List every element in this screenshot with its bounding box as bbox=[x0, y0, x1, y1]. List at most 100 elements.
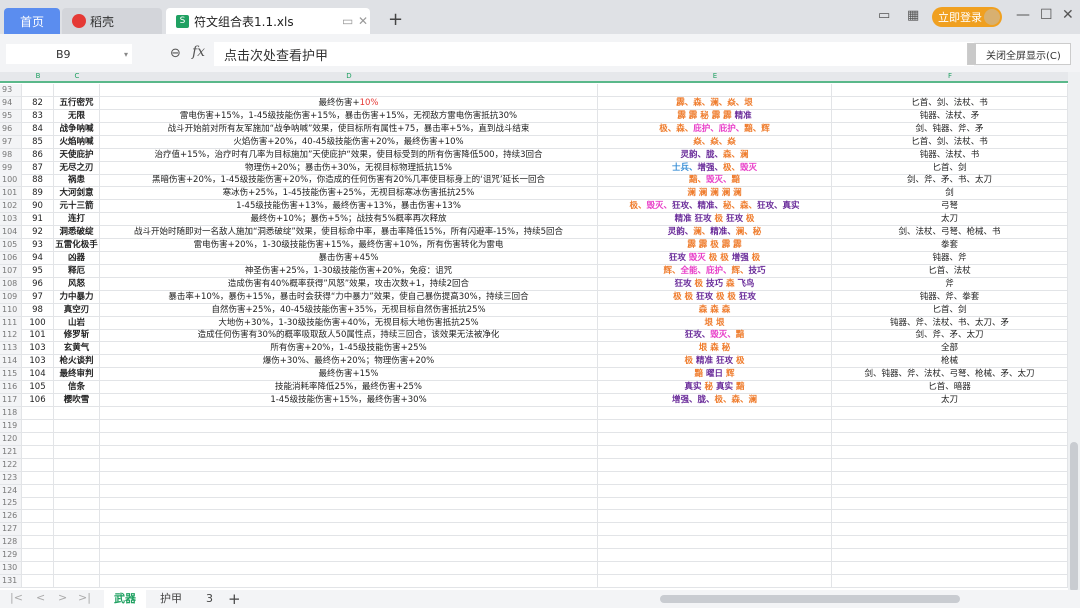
cell-description[interactable]: 1-45级技能伤害+15%，最终伤害+30% bbox=[100, 394, 598, 407]
cell-name[interactable]: 洞悉破绽 bbox=[54, 226, 100, 239]
row-number[interactable]: 94 bbox=[0, 96, 22, 109]
cell-name[interactable] bbox=[54, 471, 100, 484]
row-number[interactable]: 121 bbox=[0, 445, 22, 458]
cell-name[interactable] bbox=[54, 574, 100, 587]
pin-icon[interactable]: ▭ bbox=[342, 14, 353, 28]
cell-id[interactable]: 85 bbox=[22, 135, 54, 148]
cell-weapons[interactable] bbox=[832, 445, 1068, 458]
cell-runes[interactable]: 极、森、庇护、庇护、黯、辉 bbox=[598, 122, 832, 135]
cell-weapons[interactable]: 钝器、法杖、矛 bbox=[832, 109, 1068, 122]
row-number[interactable]: 122 bbox=[0, 458, 22, 471]
cell-weapons[interactable]: 匕首、法杖 bbox=[832, 264, 1068, 277]
row-number[interactable]: 112 bbox=[0, 329, 22, 342]
cell-runes[interactable] bbox=[598, 484, 832, 497]
cell-name[interactable]: 山岩 bbox=[54, 316, 100, 329]
col-header-d[interactable]: D bbox=[100, 72, 598, 81]
row-number[interactable]: 126 bbox=[0, 510, 22, 523]
sheet-tab-armor[interactable]: 护甲 bbox=[160, 590, 182, 608]
cell-name[interactable]: 无限 bbox=[54, 109, 100, 122]
add-sheet-button[interactable]: + bbox=[228, 590, 241, 608]
cell-id[interactable] bbox=[22, 549, 54, 562]
cell-runes[interactable]: 垠 垠 bbox=[598, 316, 832, 329]
cell-weapons[interactable]: 剑、法杖、弓弩、枪械、书 bbox=[832, 226, 1068, 239]
cell-id[interactable] bbox=[22, 471, 54, 484]
cell-id[interactable]: 83 bbox=[22, 109, 54, 122]
cell-description[interactable]: 火焰伤害+20%，40-45级技能伤害+20%，最终伤害+10% bbox=[100, 135, 598, 148]
row-number[interactable]: 123 bbox=[0, 471, 22, 484]
cell-name[interactable] bbox=[54, 484, 100, 497]
cell-name[interactable]: 五雷化极手 bbox=[54, 239, 100, 252]
cell-runes[interactable]: 森 森 森 bbox=[598, 303, 832, 316]
cell-runes[interactable] bbox=[598, 445, 832, 458]
row-number[interactable]: 109 bbox=[0, 290, 22, 303]
cell-description[interactable]: 雷电伤害+20%，1-30级技能伤害+15%，最终伤害+10%，所有伤害转化为雷… bbox=[100, 239, 598, 252]
col-header-e[interactable]: E bbox=[598, 72, 832, 81]
cell-id[interactable] bbox=[22, 484, 54, 497]
cell-weapons[interactable] bbox=[832, 432, 1068, 445]
minimize-icon[interactable]: — bbox=[1016, 7, 1030, 23]
cell-runes[interactable] bbox=[598, 536, 832, 549]
cell-id[interactable]: 103 bbox=[22, 355, 54, 368]
cell-weapons[interactable] bbox=[832, 407, 1068, 419]
cell-id[interactable] bbox=[22, 419, 54, 432]
cell-name[interactable] bbox=[54, 445, 100, 458]
cell-description[interactable]: 神圣伤害+25%，1-30级技能伤害+20%，免疫：诅咒 bbox=[100, 264, 598, 277]
cell-description[interactable] bbox=[100, 432, 598, 445]
cell-name[interactable]: 信条 bbox=[54, 381, 100, 394]
cell-description[interactable]: 战斗开始前对所有友军施加“战争呐喊”效果，使目标所有属性+75，暴击率+5%，直… bbox=[100, 122, 598, 135]
cell-name[interactable] bbox=[54, 432, 100, 445]
cell-weapons[interactable]: 剑、钝器、斧、法杖、弓弩、枪械、矛、太刀 bbox=[832, 368, 1068, 381]
cell-name[interactable] bbox=[54, 562, 100, 575]
cell-name[interactable]: 释厄 bbox=[54, 264, 100, 277]
cell-weapons[interactable]: 全部 bbox=[832, 342, 1068, 355]
cell-description[interactable]: 1-45级技能伤害+13%，最终伤害+13%，暴击伤害+13% bbox=[100, 200, 598, 213]
cell-description[interactable] bbox=[100, 523, 598, 536]
cell-id[interactable] bbox=[22, 523, 54, 536]
cell-name[interactable]: 大河剑意 bbox=[54, 187, 100, 200]
row-number[interactable]: 125 bbox=[0, 497, 22, 510]
col-header-f[interactable]: F bbox=[832, 72, 1068, 81]
close-window-icon[interactable]: ✕ bbox=[1062, 7, 1074, 23]
cell-description[interactable]: 治疗值+15%，治疗时有几率为目标施加”天使庇护“效果，使目标受到的所有伤害降低… bbox=[100, 148, 598, 161]
cell-runes[interactable]: 澜 澜 澜 澜 澜 bbox=[598, 187, 832, 200]
row-number[interactable]: 130 bbox=[0, 562, 22, 575]
maximize-icon[interactable]: ☐ bbox=[1040, 7, 1053, 23]
col-header-b[interactable]: B bbox=[22, 72, 54, 81]
cell-runes[interactable] bbox=[598, 549, 832, 562]
cell-id[interactable]: 101 bbox=[22, 329, 54, 342]
cell-weapons[interactable] bbox=[832, 458, 1068, 471]
cell-runes[interactable]: 极 极 狂攻 极 极 狂攻 bbox=[598, 290, 832, 303]
cell-id[interactable]: 92 bbox=[22, 226, 54, 239]
cell-id[interactable] bbox=[22, 574, 54, 587]
row-number[interactable]: 108 bbox=[0, 277, 22, 290]
sheet-tab-3[interactable]: 3 bbox=[206, 590, 213, 608]
cell-runes[interactable] bbox=[598, 523, 832, 536]
cell-weapons[interactable] bbox=[832, 523, 1068, 536]
cell-name[interactable] bbox=[54, 497, 100, 510]
cell-description[interactable]: 造成伤害有40%概率获得”风怒”效果，攻击次数+1，持续2回合 bbox=[100, 277, 598, 290]
cell-name[interactable]: 战争呐喊 bbox=[54, 122, 100, 135]
cell-weapons[interactable] bbox=[832, 510, 1068, 523]
cell-name[interactable] bbox=[54, 510, 100, 523]
row-number[interactable]: 106 bbox=[0, 251, 22, 264]
cell-id[interactable]: 104 bbox=[22, 368, 54, 381]
cell-id[interactable]: 105 bbox=[22, 381, 54, 394]
cell-id[interactable]: 100 bbox=[22, 316, 54, 329]
close-tab-icon[interactable]: ✕ bbox=[358, 14, 368, 28]
cell-description[interactable] bbox=[100, 84, 598, 96]
cell-runes[interactable] bbox=[598, 84, 832, 96]
cell-runes[interactable]: 黯 曜日 辉 bbox=[598, 368, 832, 381]
cell-weapons[interactable] bbox=[832, 536, 1068, 549]
cell-description[interactable] bbox=[100, 458, 598, 471]
row-number[interactable]: 128 bbox=[0, 536, 22, 549]
next-sheet-icon[interactable]: > bbox=[58, 591, 67, 604]
cell-id[interactable]: 90 bbox=[22, 200, 54, 213]
cell-name[interactable] bbox=[54, 84, 100, 96]
cell-weapons[interactable] bbox=[832, 562, 1068, 575]
cell-name[interactable] bbox=[54, 419, 100, 432]
cell-runes[interactable]: 辉、全能、庇护、辉、技巧 bbox=[598, 264, 832, 277]
cell-runes[interactable]: 焱、焱、焱 bbox=[598, 135, 832, 148]
col-header-c[interactable]: C bbox=[54, 72, 100, 81]
cell-id[interactable] bbox=[22, 536, 54, 549]
vertical-scrollbar[interactable] bbox=[1068, 72, 1080, 592]
